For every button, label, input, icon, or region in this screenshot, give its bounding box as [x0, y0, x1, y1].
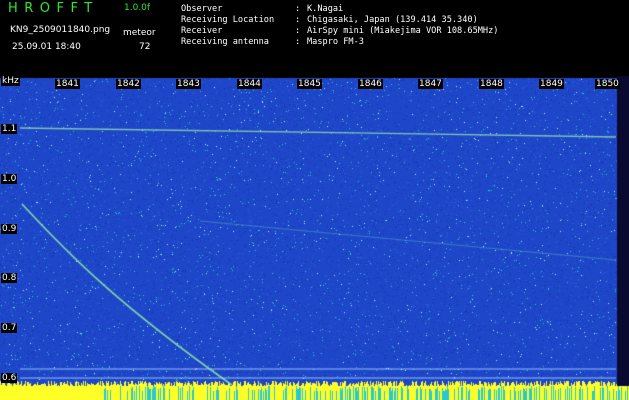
y-tick-label: 0.7 — [1, 323, 18, 333]
info-value: Maspro FM-3 — [307, 37, 364, 47]
meteor-count: 72 — [139, 42, 151, 52]
filename-label: KN9_2509011840.png — [10, 25, 111, 35]
info-value: Chigasaki, Japan (139.414 35.340) — [307, 15, 478, 25]
x-tick-label: 1841 — [55, 79, 80, 89]
info-value: K.Nagai — [307, 4, 344, 14]
y-tick-label: 0.9 — [1, 224, 18, 234]
info-key: Observer — [181, 4, 223, 14]
info-row-antenna: Receiving antenna: Maspro FM-3 — [181, 37, 498, 48]
info-key: Receiving Location — [181, 15, 275, 25]
info-row-observer: Observer: K.Nagai — [181, 4, 498, 15]
x-tick-label: 1843 — [176, 79, 201, 89]
info-key: Receiving antenna — [181, 37, 269, 47]
info-row-receiver: Receiver: AirSpy mini (Miakejima VOR 108.… — [181, 26, 498, 37]
spectrogram-panel: kHz 1.1 1.0 0.9 0.8 0.7 0.6 1841 1842 18… — [0, 76, 629, 400]
y-tick-label: 1.1 — [1, 124, 18, 134]
x-tick-label: 1842 — [116, 79, 141, 89]
info-key: Receiver — [181, 26, 223, 36]
x-tick-label: 1846 — [358, 79, 383, 89]
info-colon: : — [295, 15, 301, 25]
x-tick-label: 1847 — [418, 79, 443, 89]
x-tick-label: 1848 — [479, 79, 504, 89]
x-tick-label: 1849 — [539, 79, 564, 89]
y-tick-label: 0.8 — [1, 273, 18, 283]
speed-label: 1.0.0f — [124, 3, 151, 13]
info-colon: : — [295, 37, 301, 47]
x-tick-label: 1844 — [237, 79, 262, 89]
x-tick-label: 1845 — [297, 79, 322, 89]
station-info: Observer: K.Nagai Receiving Location: Chig… — [181, 4, 498, 48]
meteor-label: meteor — [123, 28, 156, 38]
x-tick-label: 1850 — [595, 79, 620, 89]
info-row-location: Receiving Location: Chigasaki, Japan (139… — [181, 15, 498, 26]
y-tick-label: 1.0 — [1, 174, 18, 184]
app-title: HROFFT — [8, 1, 99, 16]
spectrogram-canvas — [0, 76, 629, 400]
info-colon: : — [295, 4, 301, 14]
datetime-label: 25.09.01 18:40 — [12, 42, 81, 52]
y-tick-label: 0.6 — [1, 373, 18, 383]
info-value: AirSpy mini (Miakejima VOR 108.65MHz) — [307, 26, 499, 36]
y-axis-unit: kHz — [1, 76, 20, 86]
header-panel: HROFFT 1.0.0f KN9_2509011840.png meteor … — [0, 0, 629, 76]
info-colon: : — [295, 26, 301, 36]
